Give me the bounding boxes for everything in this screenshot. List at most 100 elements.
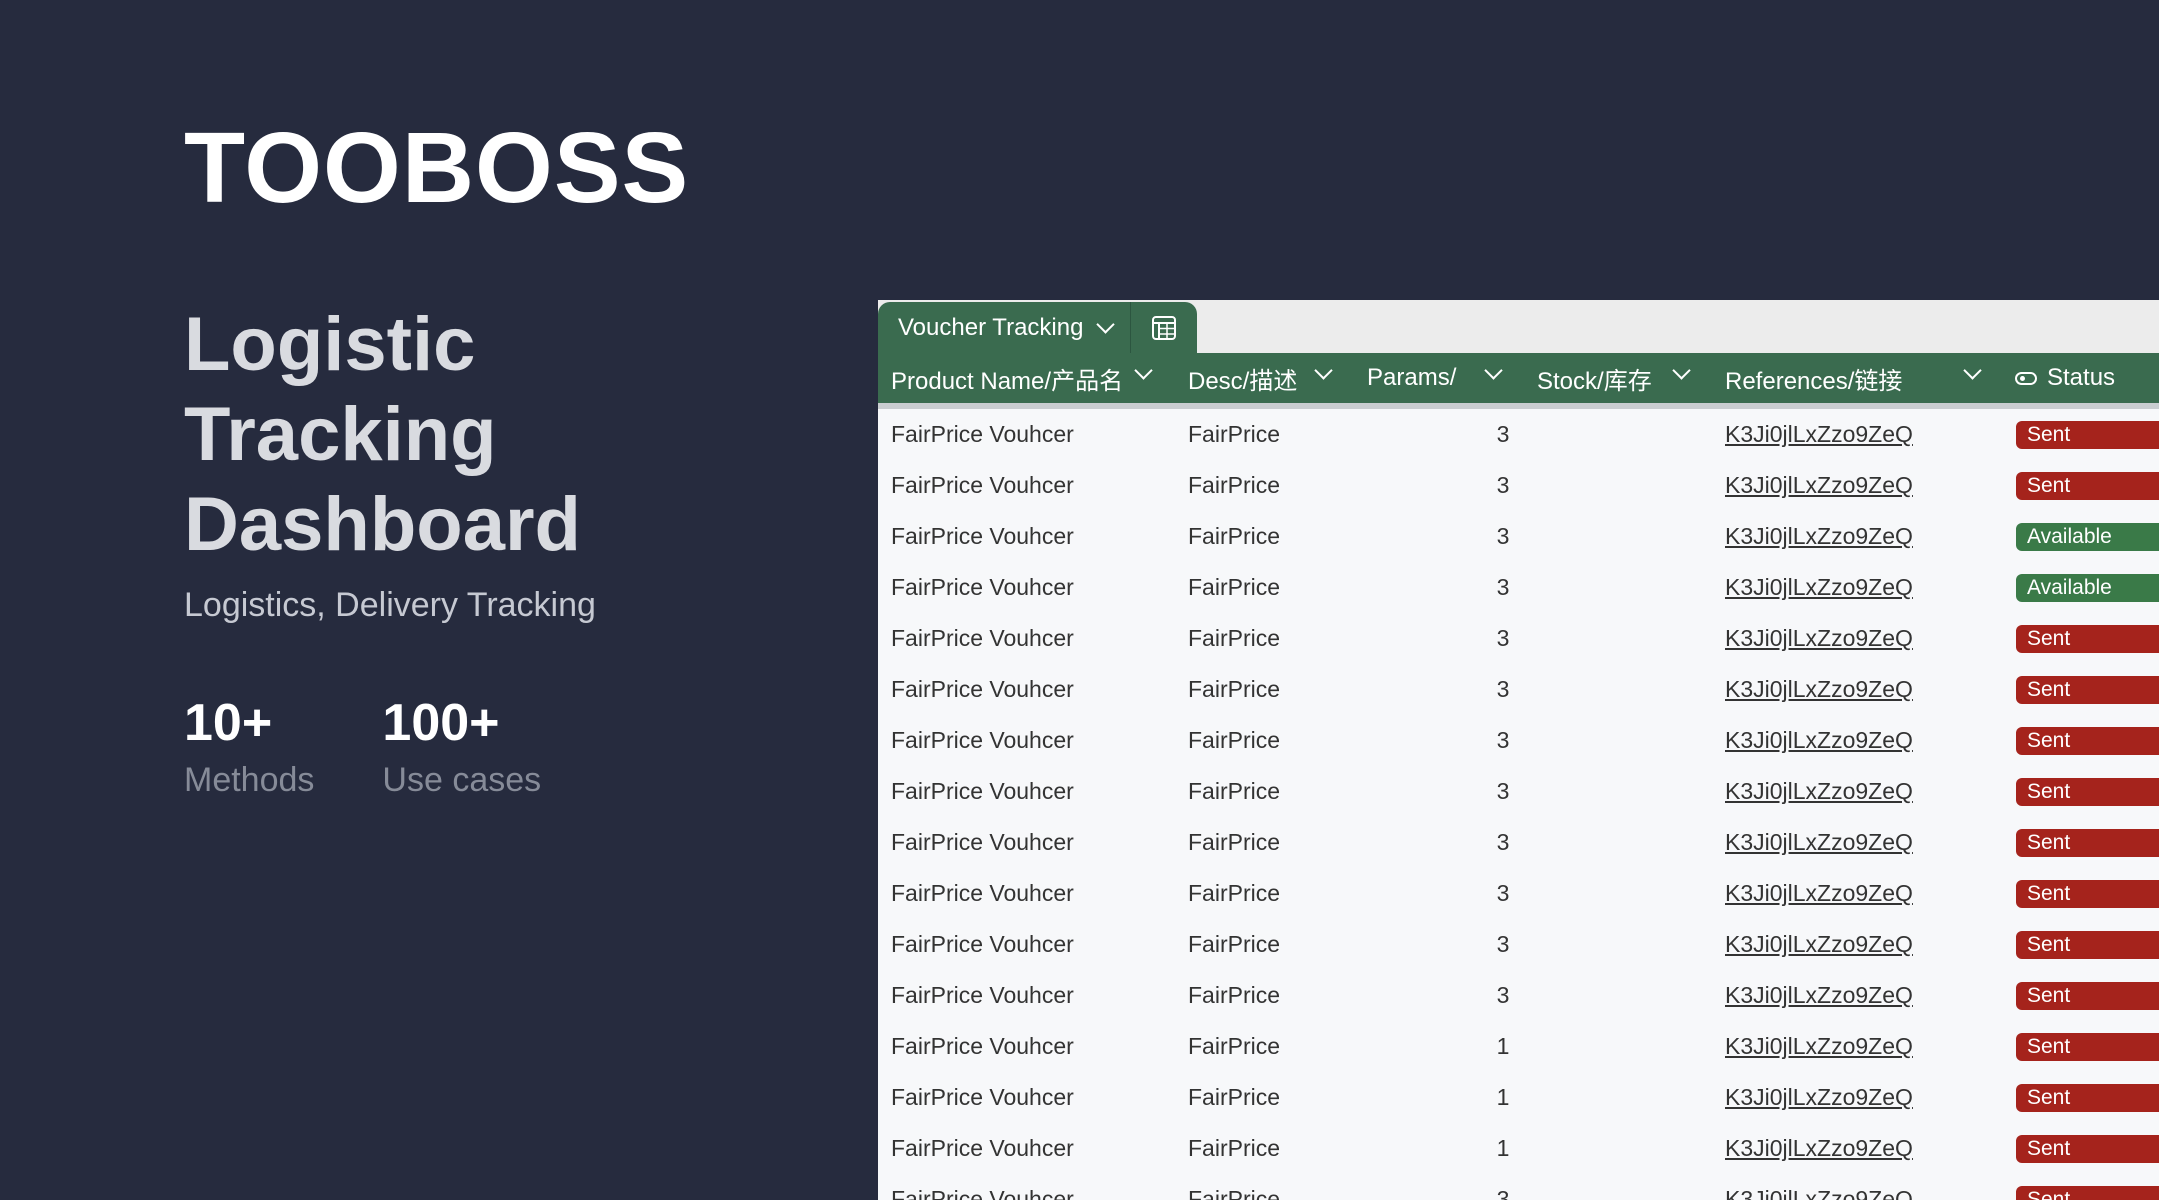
cell-product[interactable]: FairPrice Vouhcer xyxy=(891,1021,1074,1072)
cell-reference[interactable]: K3Ji0jlLxZzo9ZeQ xyxy=(1725,919,1913,970)
cell-reference[interactable]: K3Ji0jlLxZzo9ZeQ xyxy=(1725,1174,1913,1200)
chevron-down-icon[interactable] xyxy=(1672,361,1691,380)
cell-desc[interactable]: FairPrice xyxy=(1188,817,1280,868)
cell-desc[interactable]: FairPrice xyxy=(1188,1072,1280,1123)
cell-stock[interactable]: 3 xyxy=(1493,1174,1513,1200)
chevron-down-icon[interactable] xyxy=(1314,361,1333,380)
reference-link[interactable]: K3Ji0jlLxZzo9ZeQ xyxy=(1725,523,1913,550)
cell-desc[interactable]: FairPrice xyxy=(1188,868,1280,919)
status-badge[interactable]: Sent xyxy=(2016,778,2159,806)
reference-link[interactable]: K3Ji0jlLxZzo9ZeQ xyxy=(1725,982,1913,1009)
status-badge[interactable]: Sent xyxy=(2016,931,2159,959)
reference-link[interactable]: K3Ji0jlLxZzo9ZeQ xyxy=(1725,421,1913,448)
cell-product[interactable]: FairPrice Vouhcer xyxy=(891,919,1074,970)
status-badge[interactable]: Sent xyxy=(2016,472,2159,500)
cell-desc[interactable]: FairPrice xyxy=(1188,970,1280,1021)
cell-product[interactable]: FairPrice Vouhcer xyxy=(891,664,1074,715)
table-row[interactable]: FairPrice Vouhcer FairPrice 3 K3Ji0jlLxZzo9… xyxy=(878,511,2159,562)
reference-link[interactable]: K3Ji0jlLxZzo9ZeQ xyxy=(1725,880,1913,907)
column-header-product[interactable]: Product Name/产品名 xyxy=(891,353,1123,403)
cell-stock[interactable]: 3 xyxy=(1493,766,1513,817)
status-badge[interactable]: Sent xyxy=(2016,1186,2159,1200)
cell-product[interactable]: FairPrice Vouhcer xyxy=(891,1123,1074,1174)
reference-link[interactable]: K3Ji0jlLxZzo9ZeQ xyxy=(1725,1186,1913,1200)
table-row[interactable]: FairPrice Vouhcer FairPrice 3 K3Ji0jlLxZzo9… xyxy=(878,1174,2159,1200)
cell-desc[interactable]: FairPrice xyxy=(1188,460,1280,511)
status-badge[interactable]: Sent xyxy=(2016,676,2159,704)
cell-reference[interactable]: K3Ji0jlLxZzo9ZeQ xyxy=(1725,817,1913,868)
table-row[interactable]: FairPrice Vouhcer FairPrice 3 K3Ji0jlLxZzo9… xyxy=(878,919,2159,970)
chevron-down-icon[interactable] xyxy=(1134,361,1153,380)
reference-link[interactable]: K3Ji0jlLxZzo9ZeQ xyxy=(1725,1135,1913,1162)
status-badge[interactable]: Available xyxy=(2016,523,2159,551)
cell-product[interactable]: FairPrice Vouhcer xyxy=(891,613,1074,664)
table-row[interactable]: FairPrice Vouhcer FairPrice 1 K3Ji0jlLxZzo9… xyxy=(878,1021,2159,1072)
reference-link[interactable]: K3Ji0jlLxZzo9ZeQ xyxy=(1725,931,1913,958)
cell-desc[interactable]: FairPrice xyxy=(1188,919,1280,970)
reference-link[interactable]: K3Ji0jlLxZzo9ZeQ xyxy=(1725,1033,1913,1060)
status-badge[interactable]: Sent xyxy=(2016,1084,2159,1112)
table-row[interactable]: FairPrice Vouhcer FairPrice 3 K3Ji0jlLxZzo9… xyxy=(878,613,2159,664)
reference-link[interactable]: K3Ji0jlLxZzo9ZeQ xyxy=(1725,676,1913,703)
cell-reference[interactable]: K3Ji0jlLxZzo9ZeQ xyxy=(1725,1123,1913,1174)
column-header-status[interactable]: Status xyxy=(2015,353,2115,403)
tab-voucher-tracking[interactable]: Voucher Tracking xyxy=(878,302,1198,353)
cell-product[interactable]: FairPrice Vouhcer xyxy=(891,1072,1074,1123)
cell-stock[interactable]: 3 xyxy=(1493,664,1513,715)
cell-desc[interactable]: FairPrice xyxy=(1188,1174,1280,1200)
reference-link[interactable]: K3Ji0jlLxZzo9ZeQ xyxy=(1725,727,1913,754)
status-badge[interactable]: Sent xyxy=(2016,880,2159,908)
cell-reference[interactable]: K3Ji0jlLxZzo9ZeQ xyxy=(1725,868,1913,919)
status-badge[interactable]: Sent xyxy=(2016,727,2159,755)
table-row[interactable]: FairPrice Vouhcer FairPrice 3 K3Ji0jlLxZzo9… xyxy=(878,970,2159,1021)
cell-reference[interactable]: K3Ji0jlLxZzo9ZeQ xyxy=(1725,460,1913,511)
cell-stock[interactable]: 1 xyxy=(1493,1072,1513,1123)
reference-link[interactable]: K3Ji0jlLxZzo9ZeQ xyxy=(1725,574,1913,601)
cell-stock[interactable]: 3 xyxy=(1493,613,1513,664)
chevron-down-icon[interactable] xyxy=(1096,315,1116,334)
table-row[interactable]: FairPrice Vouhcer FairPrice 3 K3Ji0jlLxZzo9… xyxy=(878,715,2159,766)
reference-link[interactable]: K3Ji0jlLxZzo9ZeQ xyxy=(1725,625,1913,652)
status-badge[interactable]: Sent xyxy=(2016,1135,2159,1163)
table-row[interactable]: FairPrice Vouhcer FairPrice 3 K3Ji0jlLxZzo9… xyxy=(878,460,2159,511)
table-row[interactable]: FairPrice Vouhcer FairPrice 3 K3Ji0jlLxZzo9… xyxy=(878,766,2159,817)
cell-reference[interactable]: K3Ji0jlLxZzo9ZeQ xyxy=(1725,562,1913,613)
cell-reference[interactable]: K3Ji0jlLxZzo9ZeQ xyxy=(1725,970,1913,1021)
status-badge[interactable]: Sent xyxy=(2016,982,2159,1010)
table-row[interactable]: FairPrice Vouhcer FairPrice 1 K3Ji0jlLxZzo9… xyxy=(878,1072,2159,1123)
cell-reference[interactable]: K3Ji0jlLxZzo9ZeQ xyxy=(1725,613,1913,664)
cell-desc[interactable]: FairPrice xyxy=(1188,1123,1280,1174)
status-badge[interactable]: Sent xyxy=(2016,421,2159,449)
cell-desc[interactable]: FairPrice xyxy=(1188,766,1280,817)
cell-desc[interactable]: FairPrice xyxy=(1188,511,1280,562)
cell-desc[interactable]: FairPrice xyxy=(1188,562,1280,613)
cell-product[interactable]: FairPrice Vouhcer xyxy=(891,817,1074,868)
cell-product[interactable]: FairPrice Vouhcer xyxy=(891,715,1074,766)
cell-stock[interactable]: 3 xyxy=(1493,715,1513,766)
cell-reference[interactable]: K3Ji0jlLxZzo9ZeQ xyxy=(1725,409,1913,460)
column-header-desc[interactable]: Desc/描述 xyxy=(1188,353,1297,403)
table-row[interactable]: FairPrice Vouhcer FairPrice 3 K3Ji0jlLxZzo9… xyxy=(878,664,2159,715)
reference-link[interactable]: K3Ji0jlLxZzo9ZeQ xyxy=(1725,829,1913,856)
cell-product[interactable]: FairPrice Vouhcer xyxy=(891,766,1074,817)
status-badge[interactable]: Available xyxy=(2016,574,2159,602)
cell-product[interactable]: FairPrice Vouhcer xyxy=(891,511,1074,562)
cell-desc[interactable]: FairPrice xyxy=(1188,613,1280,664)
cell-stock[interactable]: 3 xyxy=(1493,919,1513,970)
reference-link[interactable]: K3Ji0jlLxZzo9ZeQ xyxy=(1725,1084,1913,1111)
cell-stock[interactable]: 3 xyxy=(1493,409,1513,460)
cell-product[interactable]: FairPrice Vouhcer xyxy=(891,409,1074,460)
cell-desc[interactable]: FairPrice xyxy=(1188,715,1280,766)
cell-stock[interactable]: 1 xyxy=(1493,1021,1513,1072)
status-badge[interactable]: Sent xyxy=(2016,625,2159,653)
column-header-refs[interactable]: References/链接 xyxy=(1725,353,1902,403)
cell-product[interactable]: FairPrice Vouhcer xyxy=(891,970,1074,1021)
cell-product[interactable]: FairPrice Vouhcer xyxy=(891,868,1074,919)
cell-stock[interactable]: 3 xyxy=(1493,817,1513,868)
column-header-params[interactable]: Params/ xyxy=(1367,353,1456,403)
cell-stock[interactable]: 1 xyxy=(1493,1123,1513,1174)
cell-desc[interactable]: FairPrice xyxy=(1188,409,1280,460)
chevron-down-icon[interactable] xyxy=(1963,361,1982,380)
grid-view-button[interactable] xyxy=(1131,302,1197,353)
cell-product[interactable]: FairPrice Vouhcer xyxy=(891,460,1074,511)
